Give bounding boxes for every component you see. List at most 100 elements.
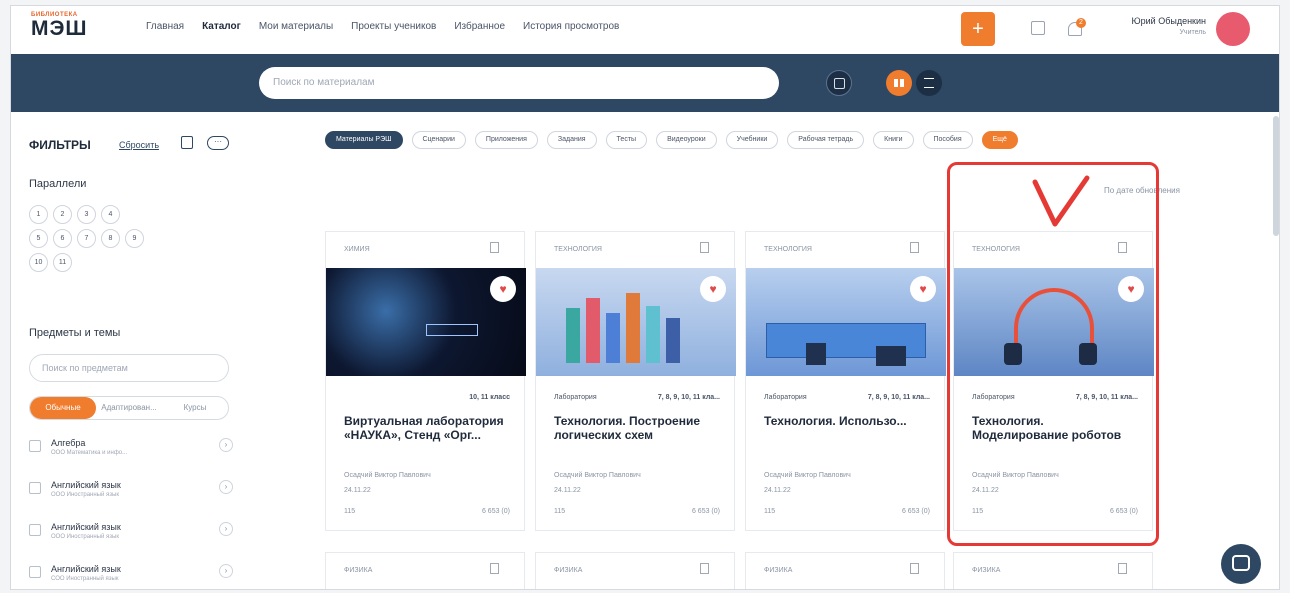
subject-item[interactable]: Английский язык СОО Иностранный язык ›	[29, 562, 239, 589]
chip-books[interactable]: Книги	[873, 131, 914, 149]
chip-manuals[interactable]: Пособия	[922, 131, 973, 149]
heart-icon[interactable]: ♥	[490, 276, 516, 302]
material-card[interactable]: ТЕХНОЛОГИЯ ♥ Лаборатория 7, 8, 9, 10, 11…	[745, 231, 946, 531]
chevron-right-icon[interactable]: ›	[219, 564, 233, 578]
grade-chip[interactable]: 8	[101, 229, 120, 248]
card-title[interactable]: Технология. Использо...	[764, 414, 934, 428]
bookmark-icon[interactable]	[490, 563, 499, 574]
search-input[interactable]: Поиск по материалам	[259, 67, 779, 99]
grade-chip[interactable]: 3	[77, 205, 96, 224]
chip-video[interactable]: Видеоуроки	[656, 131, 717, 149]
grade-chip[interactable]: 7	[77, 229, 96, 248]
chevron-right-icon[interactable]: ›	[219, 438, 233, 452]
messages-icon[interactable]	[1031, 21, 1045, 35]
checkbox[interactable]	[29, 566, 41, 578]
grade-chip[interactable]: 1	[29, 205, 48, 224]
chip-tests[interactable]: Тесты	[605, 131, 648, 149]
chat-button[interactable]	[1221, 544, 1261, 584]
checkbox[interactable]	[29, 482, 41, 494]
chip-apps[interactable]: Приложения	[474, 131, 538, 149]
grades-group: 1 2 3 4 5 6 7 8 9 10 11	[29, 205, 179, 272]
views-count: 6 653 (0)	[901, 508, 930, 515]
chip-resh[interactable]: Материалы РЭШ	[325, 131, 403, 149]
heart-icon[interactable]: ♥	[910, 276, 936, 302]
chip-workbook[interactable]: Рабочая тетрадь	[787, 131, 865, 149]
card-image	[954, 589, 1154, 590]
top-nav-bar: БИБЛИОТЕКА МЭШ Главная Каталог Мои матер…	[11, 6, 1279, 52]
chip-textbooks[interactable]: Учебники	[725, 131, 779, 149]
grade-chip[interactable]: 10	[29, 253, 48, 272]
list-icon	[924, 78, 934, 88]
filters-title: ФИЛЬТРЫ	[29, 138, 91, 152]
chip-tasks[interactable]: Задания	[546, 131, 597, 149]
more-icon[interactable]: ···	[207, 136, 229, 150]
nav-history[interactable]: История просмотров	[523, 21, 619, 32]
chip-scenarios[interactable]: Сценарии	[411, 131, 466, 149]
calendar-icon	[834, 78, 845, 89]
material-type-chips: Материалы РЭШ Сценарии Приложения Задани…	[325, 131, 1018, 149]
filters-sidebar: ФИЛЬТРЫ Сбросить ··· Параллели 1 2 3 4 5…	[11, 112, 243, 589]
heart-icon[interactable]: ♥	[700, 276, 726, 302]
chevron-right-icon[interactable]: ›	[219, 480, 233, 494]
segment-regular[interactable]: Обычные	[30, 397, 96, 419]
material-card[interactable]: ФИЗИКА	[535, 552, 735, 589]
nav-student-projects[interactable]: Проекты учеников	[351, 21, 436, 32]
grade-chip[interactable]: 4	[101, 205, 120, 224]
material-card[interactable]: ФИЗИКА	[745, 552, 946, 590]
segment-adapted[interactable]: Адаптирован...	[96, 397, 162, 419]
bookmark-icon[interactable]	[1118, 563, 1127, 574]
card-image	[746, 589, 946, 590]
segment-courses[interactable]: Курсы	[162, 397, 228, 419]
grade-chip[interactable]: 6	[53, 229, 72, 248]
avatar[interactable]	[1216, 12, 1250, 46]
nav-catalog[interactable]: Каталог	[202, 21, 241, 32]
subject-item[interactable]: Английский язык ООО Иностранный язык ›	[29, 520, 239, 556]
chat-icon	[1232, 555, 1250, 571]
grades-title: Параллели	[29, 178, 87, 190]
nav-home[interactable]: Главная	[146, 21, 184, 32]
chip-more[interactable]: Ещё	[981, 131, 1018, 149]
save-icon[interactable]	[181, 136, 193, 149]
grade-chip[interactable]: 11	[53, 253, 72, 272]
views-count: 6 653 (0)	[691, 508, 720, 515]
nav-favorites[interactable]: Избранное	[454, 21, 505, 32]
subjects-search-input[interactable]: Поиск по предметам	[29, 354, 229, 382]
bookmark-icon[interactable]	[700, 242, 709, 253]
likes-count: 115	[554, 508, 566, 515]
checkbox[interactable]	[29, 524, 41, 536]
reset-filters-link[interactable]: Сбросить	[119, 140, 159, 150]
main-nav: Главная Каталог Мои материалы Проекты уч…	[146, 21, 619, 32]
annotation-checkmark-icon	[1032, 175, 1090, 227]
nav-my-materials[interactable]: Мои материалы	[259, 21, 333, 32]
user-info[interactable]: Юрий Обыденкин Учитель	[1121, 16, 1206, 36]
subject-item[interactable]: Алгебра ООО Математика и инфо... ›	[29, 436, 239, 472]
grade-chip[interactable]: 5	[29, 229, 48, 248]
material-card[interactable]: ФИЗИКА	[953, 552, 1154, 590]
card-title[interactable]: Технология. Построение логических схем	[554, 414, 724, 442]
subject-item[interactable]: Английский язык ООО Иностранный язык ›	[29, 478, 239, 514]
chevron-right-icon[interactable]: ›	[219, 522, 233, 536]
search-band: Поиск по материалам	[11, 54, 1279, 112]
grade-chip[interactable]: 9	[125, 229, 144, 248]
grade-chip[interactable]: 2	[53, 205, 72, 224]
notifications-button[interactable]: 2	[1066, 18, 1086, 38]
subjects-title: Предметы и темы	[29, 327, 121, 339]
bookmark-icon[interactable]	[490, 242, 499, 253]
material-card[interactable]: ХИМИЯ ♥ 10, 11 класс Виртуальная лаборат…	[325, 231, 526, 531]
material-card[interactable]: ТЕХНОЛОГИЯ ♥ Лаборатория 7, 8, 9, 10, 11…	[535, 231, 736, 531]
grid-icon	[894, 79, 904, 87]
card-title[interactable]: Виртуальная лаборатория «НАУКА», Стенд «…	[344, 414, 514, 442]
list-view-button[interactable]	[916, 70, 942, 96]
checkbox[interactable]	[29, 440, 41, 452]
notification-badge: 2	[1076, 18, 1086, 28]
create-button[interactable]: +	[961, 12, 995, 46]
scrollbar[interactable]	[1273, 116, 1279, 236]
card-image	[326, 589, 526, 590]
bookmark-icon[interactable]	[910, 563, 919, 574]
bookmark-icon[interactable]	[910, 242, 919, 253]
material-card[interactable]: ФИЗИКА	[325, 552, 526, 590]
logo[interactable]: БИБЛИОТЕКА МЭШ	[31, 12, 111, 48]
calendar-button[interactable]	[826, 70, 852, 96]
bookmark-icon[interactable]	[700, 563, 709, 574]
grid-view-button[interactable]	[886, 70, 912, 96]
